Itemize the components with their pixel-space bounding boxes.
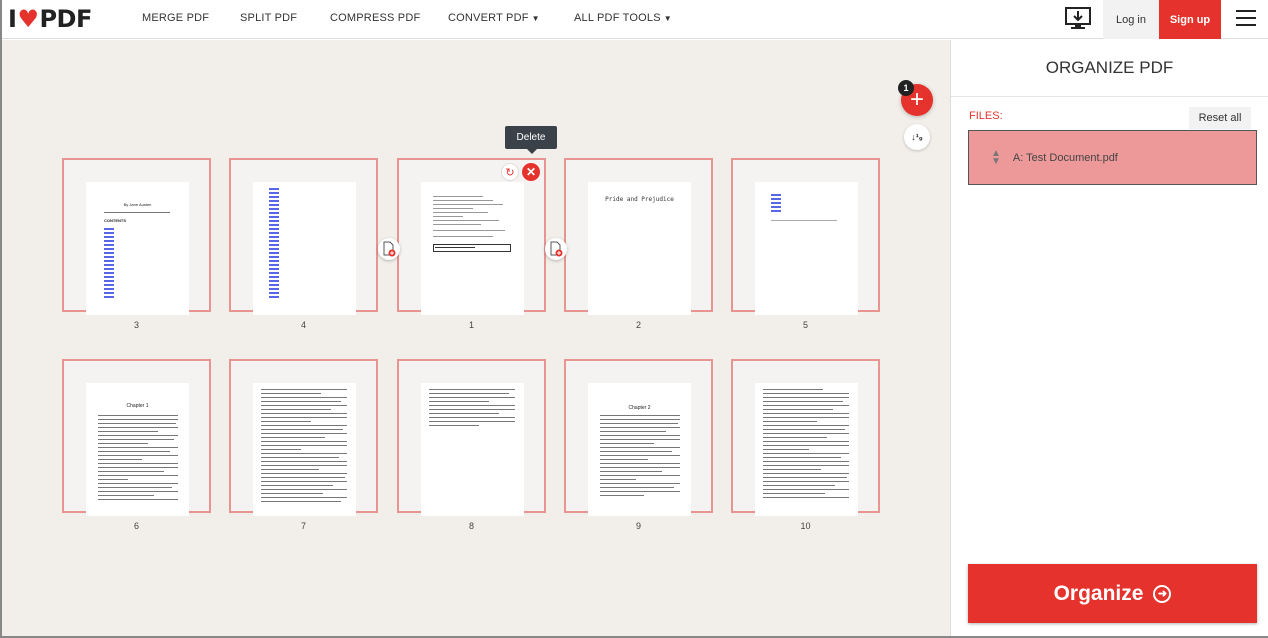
page-thumbnail — [421, 182, 524, 315]
page-thumbnail: Chapter 1 — [86, 383, 189, 516]
delete-page-button[interactable]: ✕ — [522, 163, 540, 181]
add-page-icon — [550, 241, 563, 257]
options-sidebar: ORGANIZE PDF FILES: Reset all ▲ ▼ A: Test… — [950, 40, 1268, 636]
nav-compress-pdf-label: COMPRESS PDF — [330, 12, 421, 24]
insert-blank-page-button[interactable] — [378, 238, 400, 260]
hamburger-menu-icon[interactable] — [1236, 10, 1256, 26]
page-card-selected[interactable]: 1 — [397, 158, 546, 330]
desktop-download-icon — [1065, 7, 1091, 29]
nav-merge-pdf-label: MERGE PDF — [142, 12, 210, 24]
signup-button[interactable]: Sign up — [1159, 0, 1221, 39]
login-button[interactable]: Log in — [1103, 0, 1159, 39]
chapter-heading: Chapter 2 — [628, 405, 651, 411]
page-number: 2 — [635, 320, 641, 330]
page-thumbnail — [253, 182, 356, 315]
page-card[interactable]: Pride and Prejudice 2 — [564, 158, 713, 330]
page-thumbnail: By Jane Austen CONTENTS — [86, 182, 189, 315]
page-card[interactable]: Chapter 2 9 — [564, 359, 713, 531]
nav-split-pdf-label: SPLIT PDF — [240, 12, 298, 24]
heart-icon: ♥ — [17, 5, 39, 33]
nav-compress-pdf[interactable]: COMPRESS PDF — [330, 12, 420, 24]
insert-blank-page-button[interactable] — [545, 238, 567, 260]
page-number: 9 — [635, 521, 641, 531]
page-thumbnail: Chapter 2 — [588, 383, 691, 516]
top-navigation-bar: I ♥ PDF MERGE PDF SPLIT PDF COMPRESS PDF… — [2, 0, 1268, 39]
page-number: 8 — [468, 521, 474, 531]
page-card[interactable]: 5 — [731, 158, 880, 330]
nav-convert-pdf[interactable]: CONVERT PDF ▼ — [448, 12, 540, 24]
sort-icon: ↓¹₉ — [911, 132, 923, 142]
page-number: 7 — [300, 521, 306, 531]
logo-i: I — [8, 5, 17, 33]
logo-pdf: PDF — [39, 5, 92, 33]
pride-title: Pride and Prejudice — [605, 196, 674, 203]
rotate-icon: ↻ — [505, 166, 515, 179]
file-list-item[interactable]: ▲ ▼ A: Test Document.pdf — [968, 130, 1257, 185]
sort-pages-button[interactable]: ↓¹₉ — [904, 124, 930, 150]
tooltip-text: Delete — [516, 132, 546, 143]
page-card[interactable]: Chapter 1 6 — [62, 359, 211, 531]
nav-convert-pdf-label: CONVERT PDF — [448, 12, 529, 24]
page-number: 3 — [133, 320, 139, 330]
nav-all-pdf-tools[interactable]: ALL PDF TOOLS ▼ — [574, 12, 672, 24]
nav-all-pdf-tools-label: ALL PDF TOOLS — [574, 12, 661, 24]
chapter-heading: Chapter 1 — [126, 403, 149, 409]
close-icon: ✕ — [525, 165, 537, 179]
ilovepdf-logo[interactable]: I ♥ PDF — [8, 5, 92, 33]
nav-merge-pdf[interactable]: MERGE PDF — [142, 12, 209, 24]
page-number: 1 — [468, 320, 474, 330]
add-page-icon — [383, 241, 396, 257]
caret-down-icon: ▼ — [663, 14, 672, 23]
app-window: I ♥ PDF MERGE PDF SPLIT PDF COMPRESS PDF… — [0, 0, 1268, 638]
file-count-badge: 1 — [898, 80, 914, 96]
page-card[interactable]: 7 — [229, 359, 378, 531]
page-card[interactable]: 4 — [229, 158, 378, 330]
reset-all-button[interactable]: Reset all — [1189, 107, 1251, 129]
page-card[interactable]: 10 — [731, 359, 880, 531]
page-thumbnail — [755, 383, 858, 516]
login-label: Log in — [1116, 13, 1146, 26]
page-number: 5 — [802, 320, 808, 330]
page-thumbnail — [755, 182, 858, 315]
page-thumbnail: Pride and Prejudice — [588, 182, 691, 315]
delete-tooltip: Delete — [505, 126, 557, 154]
organize-button[interactable]: Organize ➜ — [968, 564, 1257, 623]
page-number: 10 — [800, 521, 811, 531]
signup-label: Sign up — [1169, 13, 1211, 26]
page-card[interactable]: 8 — [397, 359, 546, 531]
organize-label: Organize — [1053, 581, 1144, 605]
page-thumbnail — [421, 383, 524, 516]
files-label: FILES: — [969, 110, 1003, 122]
file-name: A: Test Document.pdf — [1012, 151, 1118, 164]
caret-down-icon: ▼ — [531, 14, 540, 23]
page-card[interactable]: By Jane Austen CONTENTS 3 — [62, 158, 211, 330]
page-number: 6 — [133, 521, 139, 531]
nav-split-pdf[interactable]: SPLIT PDF — [240, 12, 297, 24]
tool-title: ORGANIZE PDF — [1045, 58, 1174, 77]
drag-handle-icon[interactable]: ▲ ▼ — [991, 148, 1001, 166]
rotate-page-button[interactable]: ↻ — [501, 163, 519, 181]
toc-heading: CONTENTS — [104, 218, 126, 223]
arrow-right-circle-icon: ➜ — [1153, 584, 1172, 603]
reset-all-label: Reset all — [1198, 112, 1242, 124]
page-thumbnail — [253, 383, 356, 516]
page-workspace: By Jane Austen CONTENTS 3 4 1 Pride and … — [2, 40, 950, 636]
toc-title: By Jane Austen — [123, 202, 152, 207]
desktop-download-button[interactable] — [1055, 0, 1101, 38]
file-count: 1 — [903, 83, 909, 93]
divider — [951, 96, 1268, 97]
page-number: 4 — [300, 320, 306, 330]
